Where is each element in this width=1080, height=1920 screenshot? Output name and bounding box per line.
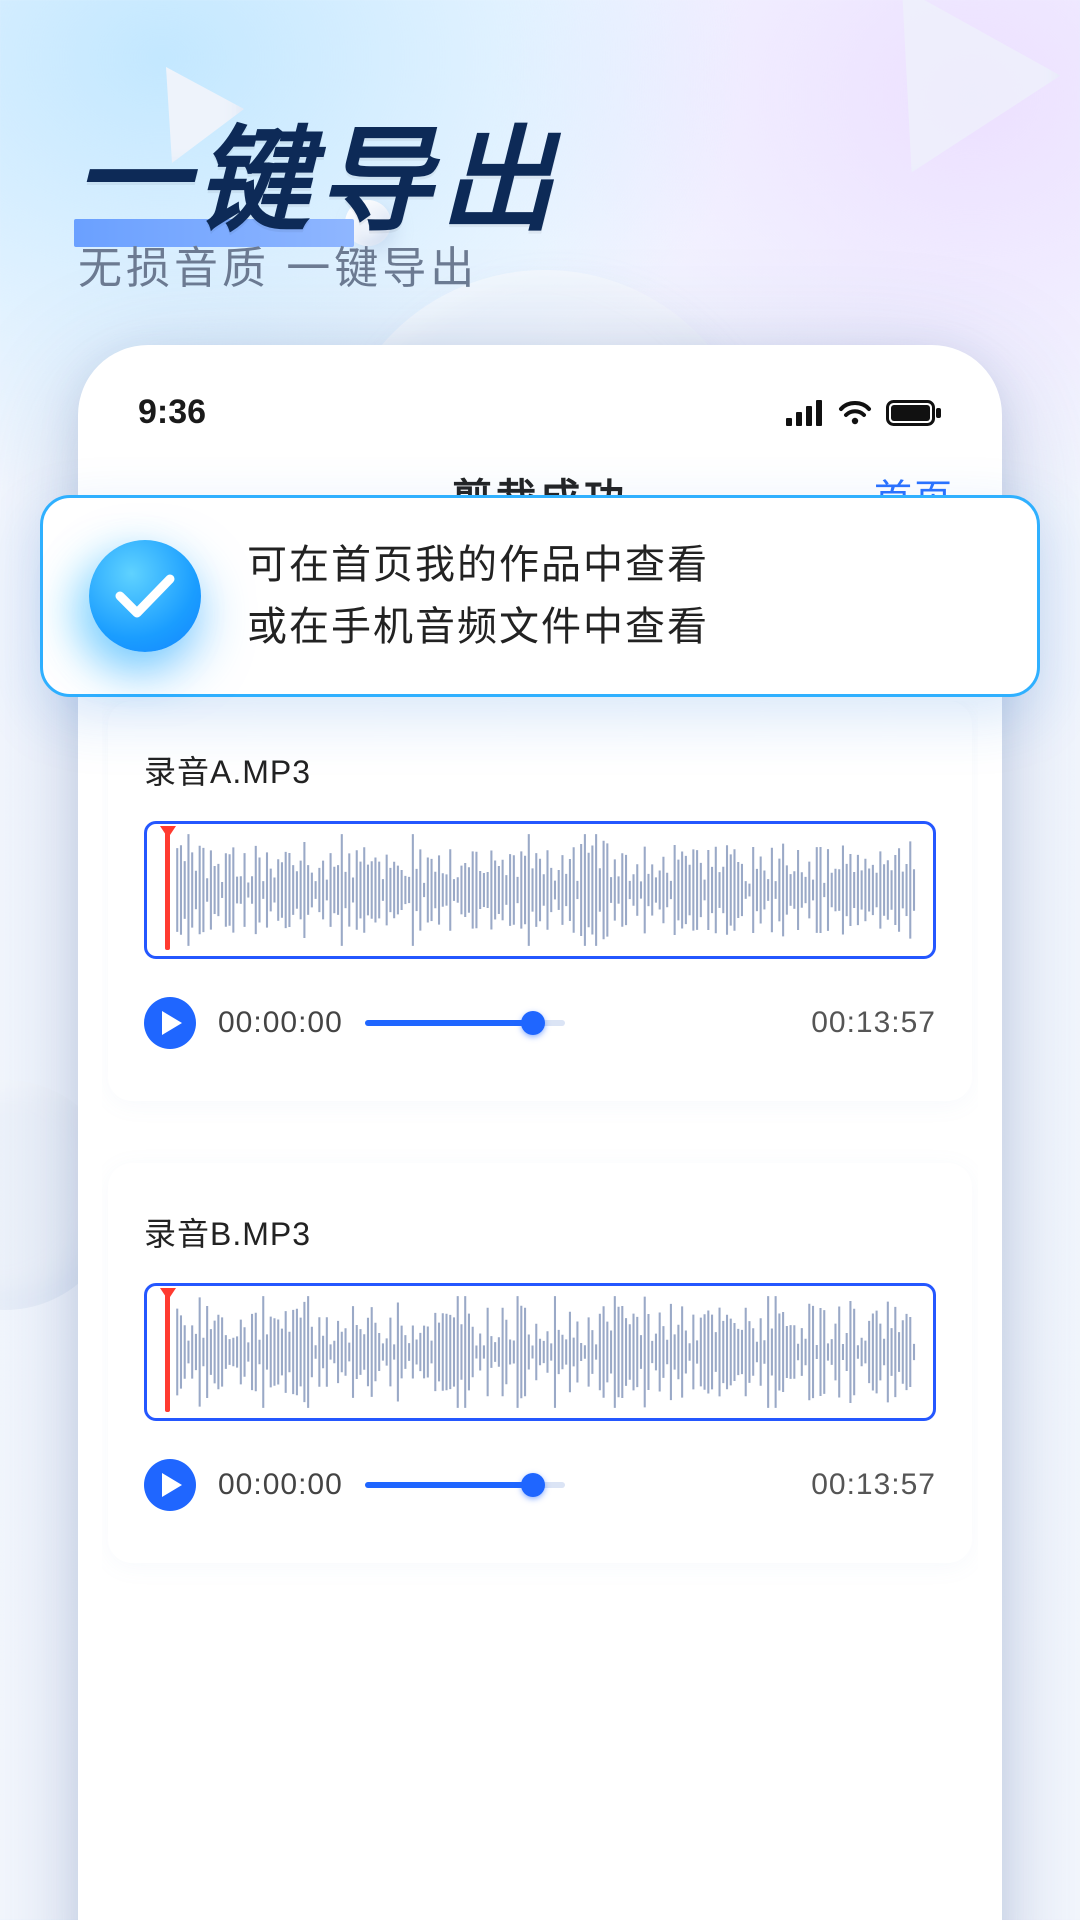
success-line-1: 可在首页我的作品中查看	[247, 534, 991, 596]
audio-card: 录音A.MP3 00:00:00 00:13:57	[108, 701, 972, 1101]
duration-time: 00:13:57	[811, 1006, 936, 1040]
deco-triangle-large	[830, 0, 1070, 190]
audio-filename: 录音B.MP3	[144, 1209, 936, 1255]
current-time: 00:00:00	[218, 1006, 343, 1040]
seek-fill	[365, 1020, 535, 1026]
waveform-playhead[interactable]	[165, 1292, 170, 1412]
current-time: 00:00:00	[218, 1468, 343, 1502]
play-button[interactable]	[144, 1459, 196, 1511]
success-callout: 可在首页我的作品中查看 或在手机音频文件中查看	[40, 495, 1040, 697]
hero-title: 一键导出	[74, 88, 562, 253]
seek-bar[interactable]	[365, 1482, 565, 1488]
success-message: 可在首页我的作品中查看 或在手机音频文件中查看	[247, 534, 991, 658]
duration-time: 00:13:57	[811, 1468, 936, 1502]
waveform-icon	[171, 832, 919, 948]
audio-filename: 录音A.MP3	[144, 747, 936, 793]
status-bar: 9:36	[102, 393, 978, 442]
seek-fill	[365, 1482, 535, 1488]
seek-bar[interactable]	[365, 1020, 565, 1026]
cellular-signal-icon	[786, 400, 824, 426]
wifi-icon	[838, 400, 872, 426]
audio-controls: 00:00:00 00:13:57	[144, 1459, 936, 1511]
phone-content: 录音A.MP3 00:00:00 00:13:57 录音B.MP3	[102, 701, 978, 1920]
hero-headline: 一键导出	[74, 88, 562, 253]
waveform-playhead[interactable]	[165, 830, 170, 950]
waveform-container[interactable]	[144, 1283, 936, 1421]
success-line-2: 或在手机音频文件中查看	[247, 596, 991, 658]
checkmark-icon	[89, 540, 201, 652]
audio-controls: 00:00:00 00:13:57	[144, 997, 936, 1049]
seek-knob[interactable]	[521, 1011, 545, 1035]
battery-icon	[886, 400, 942, 426]
play-icon	[162, 1473, 182, 1497]
status-indicators	[786, 400, 942, 426]
waveform-icon	[171, 1294, 919, 1410]
status-time: 9:36	[138, 393, 206, 432]
audio-card: 录音B.MP3 00:00:00 00:13:57	[108, 1163, 972, 1563]
seek-knob[interactable]	[521, 1473, 545, 1497]
play-button[interactable]	[144, 997, 196, 1049]
waveform-container[interactable]	[144, 821, 936, 959]
play-icon	[162, 1011, 182, 1035]
